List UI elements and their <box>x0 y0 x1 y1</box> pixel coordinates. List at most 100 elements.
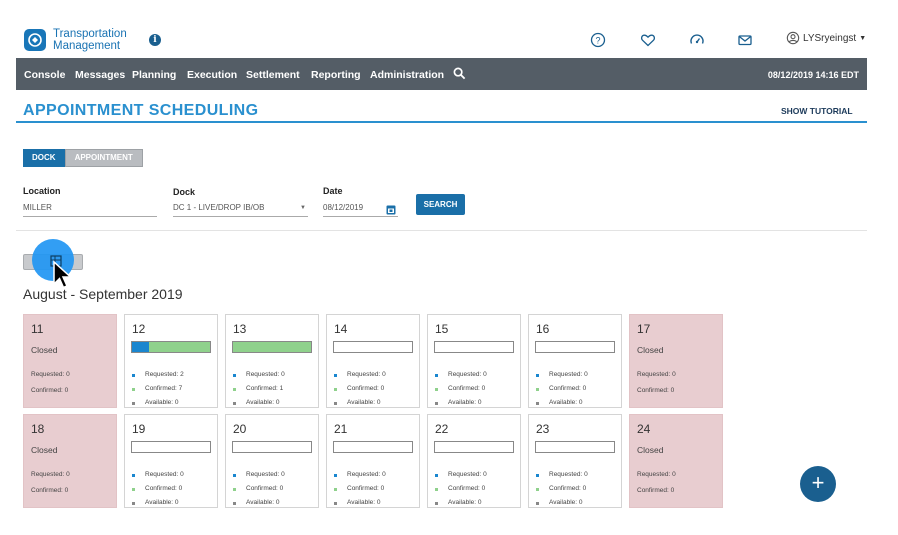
tm-logo-icon[interactable] <box>24 29 46 51</box>
day-card[interactable]: 16 Requested: 0 Confirmed: 0 Available: 0 <box>528 314 622 408</box>
add-appointment-button[interactable]: + <box>800 466 836 502</box>
available-label: Available: <box>145 499 174 506</box>
confirmed-legend-square <box>334 387 337 391</box>
user-menu[interactable]: LYSryeingst ▼ <box>786 31 866 45</box>
confirmed-count: 0 <box>380 385 385 392</box>
requested-label: Requested: <box>246 371 280 378</box>
calendar-icon[interactable] <box>386 204 396 215</box>
capacity-bar[interactable] <box>434 441 514 453</box>
nav-planning[interactable]: Planning <box>132 69 176 81</box>
user-name: LYSryeingst <box>803 32 857 44</box>
capacity-bar[interactable] <box>535 341 615 353</box>
app-name[interactable]: Transportation Management <box>53 28 127 52</box>
day-card[interactable]: 17 Closed Requested: 0 Confirmed: 0 <box>629 314 723 408</box>
available-count: 0 <box>174 399 179 406</box>
nav-console[interactable]: Console <box>24 69 65 81</box>
available-label: Available: <box>549 499 578 506</box>
confirmed-count: 0 <box>279 485 284 492</box>
requested-count: 0 <box>281 371 285 378</box>
dock-value: DC 1 - LIVE/DROP IB/OB <box>173 203 265 212</box>
capacity-bar[interactable] <box>535 441 615 453</box>
requested-row: Requested: 0 <box>31 467 70 483</box>
requested-bar-segment <box>132 342 150 352</box>
requested-count: 2 <box>180 371 184 378</box>
confirmed-label: Confirmed: <box>448 485 480 492</box>
requested-legend-square <box>233 373 236 377</box>
favorites-heart-icon[interactable] <box>640 32 656 48</box>
available-legend-square <box>536 401 539 405</box>
nav-administration[interactable]: Administration <box>370 69 444 81</box>
capacity-bar[interactable] <box>333 441 413 453</box>
confirmed-legend-square <box>233 387 236 391</box>
dock-chevron-down-icon: ▼ <box>300 205 306 211</box>
requested-legend-square <box>334 473 337 477</box>
search-icon[interactable] <box>453 67 466 80</box>
confirmed-legend-square <box>132 487 135 491</box>
capacity-bar[interactable] <box>434 341 514 353</box>
day-card[interactable]: 21 Requested: 0 Confirmed: 0 Available: 0 <box>326 414 420 508</box>
capacity-bar[interactable] <box>232 341 312 353</box>
confirmed-row: Confirmed: 0 <box>233 482 285 496</box>
appointment-toggle-button[interactable]: APPOINTMENT <box>64 149 143 167</box>
available-label: Available: <box>347 499 376 506</box>
requested-label: Requested: <box>637 471 671 478</box>
confirmed-label: Confirmed: <box>448 385 480 392</box>
divider <box>16 230 867 231</box>
day-card[interactable]: 20 Requested: 0 Confirmed: 0 Available: 0 <box>225 414 319 508</box>
closed-label: Closed <box>31 345 58 355</box>
requested-row: Requested: 0 <box>31 367 70 383</box>
confirmed-count: 7 <box>178 385 183 392</box>
requested-row: Requested: 0 <box>233 368 285 382</box>
mail-icon[interactable] <box>737 32 753 48</box>
show-tutorial-link[interactable]: SHOW TUTORIAL <box>781 106 853 116</box>
day-card[interactable]: 19 Requested: 0 Confirmed: 0 Available: 0 <box>124 414 218 508</box>
dock-label: Dock <box>173 187 196 197</box>
day-card[interactable]: 12 Requested: 2 Confirmed: 7 Available: 0 <box>124 314 218 408</box>
day-card[interactable]: 14 Requested: 0 Confirmed: 0 Available: 0 <box>326 314 420 408</box>
available-count: 0 <box>174 499 179 506</box>
help-icon[interactable]: ? <box>590 32 606 48</box>
day-card[interactable]: 18 Closed Requested: 0 Confirmed: 0 <box>23 414 117 508</box>
day-card[interactable]: 13 Requested: 0 Confirmed: 1 Available: 0 <box>225 314 319 408</box>
capacity-bar[interactable] <box>131 441 211 453</box>
available-legend-square <box>435 401 438 405</box>
day-card[interactable]: 22 Requested: 0 Confirmed: 0 Available: 0 <box>427 414 521 508</box>
dashboard-gauge-icon[interactable] <box>689 32 705 48</box>
capacity-bar[interactable] <box>131 341 211 353</box>
capacity-bar[interactable] <box>333 341 413 353</box>
day-card[interactable]: 24 Closed Requested: 0 Confirmed: 0 <box>629 414 723 508</box>
requested-row: Requested: 0 <box>435 368 487 382</box>
requested-count: 0 <box>66 471 70 478</box>
requested-row: Requested: 0 <box>334 368 386 382</box>
location-field[interactable]: MILLER <box>23 203 157 217</box>
day-card[interactable]: 23 Requested: 0 Confirmed: 0 Available: 0 <box>528 414 622 508</box>
day-stats: Requested: 0 Confirmed: 0 Available: 0 <box>132 468 184 510</box>
confirmed-legend-square <box>536 387 539 391</box>
date-value: 08/12/2019 <box>323 203 364 212</box>
available-legend-square <box>536 501 539 505</box>
requested-count: 0 <box>180 471 184 478</box>
day-card[interactable]: 11 Closed Requested: 0 Confirmed: 0 <box>23 314 117 408</box>
title-underline <box>16 121 867 123</box>
nav-settlement[interactable]: Settlement <box>246 69 300 81</box>
requested-legend-square <box>334 373 337 377</box>
confirmed-label: Confirmed: <box>549 385 581 392</box>
requested-legend-square <box>435 473 438 477</box>
nav-messages[interactable]: Messages <box>75 69 125 81</box>
date-field[interactable]: 08/12/2019 <box>323 203 398 217</box>
capacity-bar[interactable] <box>232 441 312 453</box>
search-button[interactable]: SEARCH <box>416 194 465 215</box>
available-row: Available: 0 <box>536 496 588 510</box>
nav-reporting[interactable]: Reporting <box>311 69 361 81</box>
location-value: MILLER <box>23 203 52 212</box>
available-row: Available: 0 <box>536 396 588 410</box>
dock-select[interactable]: DC 1 - LIVE/DROP IB/OB ▼ <box>173 203 308 217</box>
confirmed-label: Confirmed: <box>145 485 177 492</box>
dock-toggle-button[interactable]: DOCK <box>23 149 65 167</box>
requested-count: 0 <box>382 371 386 378</box>
info-icon[interactable]: i <box>149 34 161 46</box>
confirmed-legend-square <box>536 487 539 491</box>
confirmed-legend-square <box>334 487 337 491</box>
nav-execution[interactable]: Execution <box>187 69 237 81</box>
day-card[interactable]: 15 Requested: 0 Confirmed: 0 Available: 0 <box>427 314 521 408</box>
